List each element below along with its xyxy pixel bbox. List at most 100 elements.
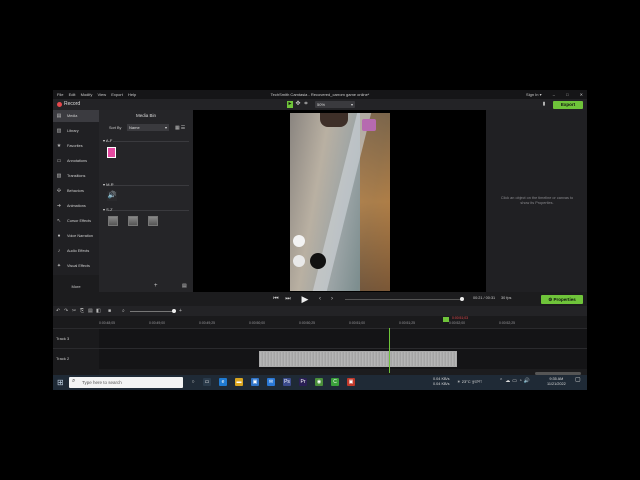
sign-in-button[interactable]: Sign In ▾ [526,92,542,97]
scrub-knob[interactable] [460,297,464,301]
file-explorer-icon[interactable]: ▬ [235,378,243,386]
paste-icon[interactable]: ▤ [88,307,93,315]
sidebar-item-audio-effects[interactable]: ♪ Audio Effects [53,245,99,257]
undo-icon[interactable]: ↶ [56,307,60,315]
track-lane[interactable] [99,329,587,349]
chevron-down-icon: ▾ [350,102,353,107]
timeline-ruler[interactable]: 0:00:48;05 0:00:49;00 0:00:49;25 0:00:50… [99,316,587,328]
more-button[interactable]: More [53,283,99,291]
sort-value: Name [129,125,140,130]
task-switch-icon[interactable]: ▭ [203,378,211,386]
playhead-handle[interactable] [443,317,449,322]
media-thumbnail-image[interactable] [107,147,116,158]
task-view-icon[interactable]: ○ [189,378,197,386]
crop-tool-icon[interactable]: ⌗ [303,101,309,108]
cursor-icon: ↖ [56,218,62,224]
microphone-icon: ● [57,233,61,239]
timeline-zoom-slider[interactable] [130,311,174,312]
properties-button[interactable]: ⚙ Properties [541,295,583,304]
photoshop-icon[interactable]: Ps [283,378,291,386]
video-clip[interactable] [259,351,457,367]
media-thumbnail-video[interactable] [148,216,158,226]
playhead-line[interactable] [389,328,390,373]
divider [113,210,189,211]
playback-bar: ⏮ ⏭ ▶ ‹ › 00:21 / 00:31 30 fps ⚙ Propert… [193,292,587,306]
taskbar-search[interactable]: ⌕ Type here to search [69,377,183,388]
library-icon: ▥ [56,128,62,134]
video-frame[interactable] [290,113,390,291]
annotation-icon: ▭ [56,158,62,164]
track-lane[interactable] [99,349,587,369]
pan-tool-icon[interactable]: ✥ [295,101,301,108]
previous-marker-icon[interactable]: ‹ [316,295,324,303]
export-button[interactable]: Export [553,101,583,109]
sidebar-item-visual-effects[interactable]: ✦ Visual Effects [53,260,99,272]
sidebar-item-label: Visual Effects [67,264,90,268]
zoom-out-icon[interactable]: ⌕ [122,307,125,315]
close-button[interactable]: ✕ [580,92,583,97]
split-icon[interactable]: ◧ [96,307,101,315]
system-tray-icons[interactable]: ⌃☁▭◔🔊 [499,379,532,384]
sidebar-item-favorites[interactable]: ★ Favorites [53,140,99,152]
share-icon[interactable]: ▮ [541,101,547,108]
window-title: TechSmith Camtasia - Recovered_carrom ga… [270,92,370,97]
ruler-tick: 0:00:50;00 [249,321,266,325]
zoom-select[interactable]: 50% ▾ [315,101,355,108]
edge-icon[interactable]: e [219,378,227,386]
camera-icon[interactable]: ■ [108,307,111,315]
sidebar-item-transitions[interactable]: ▧ Transitions [53,170,99,182]
media-thumbnail-video[interactable] [128,216,138,226]
speaker-icon[interactable]: 🔊 [107,191,117,201]
copy-icon[interactable]: ⎘ [80,307,84,315]
notification-icon[interactable]: ▢ [575,377,581,383]
media-bin-title: Media Bin [135,113,156,118]
media-thumbnail-video[interactable] [108,216,118,226]
behavior-icon: ✣ [56,188,62,194]
next-marker-icon[interactable]: › [328,295,336,303]
premiere-icon[interactable]: Pr [299,378,307,386]
weather[interactable]: ☀ 23°C কুয়াশা [457,379,482,384]
play-icon[interactable]: ▶ [300,294,310,304]
sidebar-item-voice-narration[interactable]: ● Voice Narration [53,230,99,242]
recorder-icon[interactable]: ▣ [347,378,355,386]
group-a-f[interactable]: ▾ A-F [103,138,112,143]
windows-start-icon[interactable]: ⊞ [57,378,64,387]
step-back-icon[interactable]: ⏭ [284,295,292,303]
zoom-in-icon[interactable]: + [179,307,182,315]
star-icon: ★ [56,143,62,149]
ruler-tick: 0:00:49;25 [199,321,216,325]
preview-canvas[interactable] [193,110,486,292]
clock[interactable]: 9:35 AM 11/21/2022 [547,377,566,387]
timecode: 00:21 / 00:31 [473,296,496,300]
record-button[interactable]: Record [64,99,80,110]
record-icon[interactable] [57,102,62,107]
redo-icon[interactable]: ↷ [64,307,68,315]
sidebar-item-cursor-effects[interactable]: ↖ Cursor Effects [53,215,99,227]
add-icon[interactable]: + [154,283,158,289]
sidebar-item-animations[interactable]: ➜ Animations [53,200,99,212]
cut-icon[interactable]: ✂ [72,307,76,315]
properties-hint: Click an object on the timeline or canva… [500,196,574,205]
timeline-zoom-knob[interactable] [172,309,176,313]
sort-select[interactable]: Name ▾ [127,124,169,131]
maximize-button[interactable]: □ [566,92,568,97]
track-label: Track 2 [56,356,70,361]
group-s-z[interactable]: ▾ S-Z [103,207,113,212]
view-toggle-icon[interactable]: ▦☰ [175,125,186,131]
sidebar-item-behaviors[interactable]: ✣ Behaviors [53,185,99,197]
ruler-tick: 0:00:51;25 [399,321,416,325]
camtasia-icon[interactable]: C [331,378,339,386]
weather-text: 23°C কুয়াশা [461,379,482,384]
chrome-icon[interactable]: ◉ [315,378,323,386]
select-tool-icon[interactable]: ▸ [287,101,293,108]
chevron-down-icon: ▾ [164,125,167,130]
sidebar-item-media[interactable]: ▤ Media [53,110,99,122]
scrub-bar[interactable] [345,299,463,300]
sidebar-item-annotations[interactable]: ▭ Annotations [53,155,99,167]
store-icon[interactable]: ▣ [251,378,259,386]
rewind-icon[interactable]: ⏮ [272,295,280,303]
sidebar-item-library[interactable]: ▥ Library [53,125,99,137]
mail-icon[interactable]: ✉ [267,378,275,386]
grid-icon[interactable]: ▤ [182,283,187,289]
minimize-button[interactable]: – [553,92,555,97]
